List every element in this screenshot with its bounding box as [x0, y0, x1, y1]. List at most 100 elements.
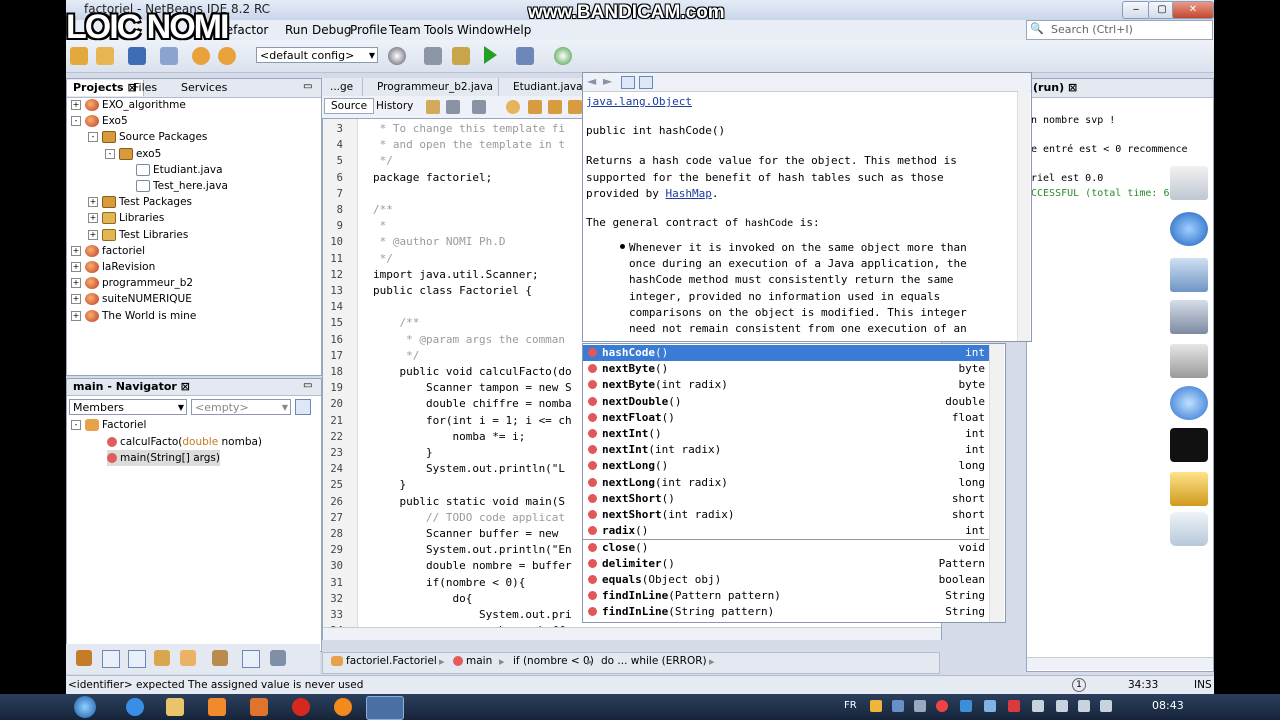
forward-arrow-icon[interactable]: ► — [603, 74, 612, 88]
sort-icon[interactable] — [212, 650, 228, 666]
filter-nonpublic-icon[interactable] — [128, 650, 146, 668]
toggle-highlight-icon[interactable] — [568, 100, 582, 114]
javadoc-icon[interactable] — [270, 650, 286, 666]
collapse-icon[interactable]: - — [71, 116, 81, 127]
media-icon[interactable] — [208, 698, 226, 716]
expand-icon[interactable]: + — [71, 100, 81, 110]
notification-icon[interactable]: 1 — [1072, 678, 1086, 692]
goto-source-icon[interactable] — [639, 76, 653, 89]
completion-item[interactable]: delimiter() Pattern — [583, 556, 989, 572]
navigator-sort-icon[interactable] — [295, 399, 311, 415]
project-tree-item[interactable]: + programmeur_b2 — [71, 275, 193, 291]
menu-tools[interactable]: Tools — [424, 23, 454, 37]
project-tree-item[interactable]: + factoriel — [71, 243, 145, 259]
tab-services[interactable]: Services — [175, 80, 233, 96]
tray-icon[interactable] — [960, 700, 972, 712]
explorer-icon[interactable] — [166, 698, 184, 716]
tray-icon[interactable] — [892, 700, 904, 712]
project-tree-item[interactable]: + Test Libraries — [88, 227, 188, 243]
undo-icon[interactable] — [192, 47, 210, 65]
expand-icon[interactable]: + — [71, 310, 81, 321]
build-hammer-icon[interactable] — [424, 47, 442, 65]
expand-icon[interactable]: + — [88, 197, 98, 208]
project-tree-item[interactable]: - Exo5 — [71, 113, 128, 129]
project-tree-item[interactable]: + Test Packages — [88, 194, 192, 210]
javadoc-scrollbar[interactable] — [1017, 91, 1030, 341]
new-file-icon[interactable] — [96, 47, 114, 65]
sort-position-icon[interactable] — [242, 650, 260, 668]
collapse-icon[interactable]: - — [105, 148, 115, 159]
editor-tab-etudiant[interactable]: Etudiant.java — [498, 78, 583, 96]
project-tree-item[interactable]: - Source Packages — [88, 129, 207, 145]
desktop-tshirt-icon[interactable] — [1170, 428, 1208, 462]
project-tree-item[interactable]: Test_here.java — [122, 178, 228, 194]
project-tree-item[interactable]: + suiteNUMERIQUE — [71, 291, 192, 307]
completion-item[interactable]: nextInt() int — [583, 426, 989, 442]
desktop-globe-icon[interactable] — [1170, 386, 1208, 420]
filter-members-icon[interactable] — [180, 650, 196, 666]
battery-icon[interactable] — [1078, 700, 1090, 712]
project-tree-item[interactable]: + EXO_algorithme — [71, 97, 186, 113]
output-scrollbar[interactable] — [1027, 657, 1213, 670]
completion-item[interactable]: equals(Object obj) boolean — [583, 572, 989, 588]
save-all-icon[interactable] — [128, 47, 146, 65]
tray-icon[interactable] — [936, 700, 948, 712]
volume-icon[interactable] — [1100, 700, 1112, 712]
menu-profile[interactable]: Profile — [350, 23, 387, 37]
desktop-folder-icon[interactable] — [1170, 300, 1208, 334]
network-icon[interactable] — [1056, 700, 1068, 712]
find-next-icon[interactable] — [548, 100, 562, 114]
find-previous-icon[interactable] — [528, 100, 542, 114]
open-browser-icon[interactable] — [621, 76, 635, 89]
close-button[interactable]: ✕ — [1172, 1, 1214, 19]
back-arrow-icon[interactable]: ◄ — [587, 74, 596, 88]
run-icon[interactable] — [484, 46, 497, 64]
start-button[interactable] — [74, 696, 96, 718]
firefox-icon[interactable] — [334, 698, 352, 716]
completion-item[interactable]: nextShort() short — [583, 491, 989, 507]
completion-item[interactable]: nextByte() byte — [583, 361, 989, 377]
project-tree-item[interactable]: + laRevision — [71, 259, 155, 275]
output-tab[interactable]: (run) ⊠ — [1033, 81, 1077, 94]
forward-icon[interactable] — [472, 100, 486, 114]
filter-static-icon[interactable] — [102, 650, 120, 668]
nav-method-main[interactable]: main(String[] args) — [107, 450, 220, 466]
project-tree-item[interactable]: - exo5 — [105, 146, 161, 162]
completion-item[interactable]: hashCode() int — [583, 345, 989, 361]
completion-item[interactable]: nextDouble() double — [583, 394, 989, 410]
expand-icon[interactable]: + — [88, 213, 98, 224]
history-tab[interactable]: History — [372, 99, 417, 113]
expand-icon[interactable]: + — [71, 262, 81, 272]
completion-item[interactable]: findInLine(Pattern pattern) String — [583, 588, 989, 604]
completion-item[interactable]: nextByte(int radix) byte — [583, 377, 989, 393]
nav-method-calculfacto[interactable]: calculFacto(double nomba) — [107, 434, 262, 450]
redo-icon[interactable] — [218, 47, 236, 65]
breadcrumb-if[interactable]: if (nombre < 0) — [513, 655, 594, 667]
expand-icon[interactable]: + — [71, 245, 81, 256]
minimize-panel-icon[interactable]: ▭ — [303, 81, 312, 92]
completion-item[interactable]: close() void — [583, 539, 989, 556]
opera-icon[interactable] — [292, 698, 310, 716]
completion-item[interactable]: nextLong(int radix) long — [583, 475, 989, 491]
javadoc-class-link[interactable]: java.lang.Object — [586, 95, 692, 108]
tray-icon[interactable] — [870, 700, 882, 712]
completion-item[interactable]: nextLong() long — [583, 458, 989, 474]
desktop-recycle-bin-icon[interactable] — [1170, 512, 1208, 546]
new-project-icon[interactable] — [70, 47, 88, 65]
bandicam-icon[interactable] — [250, 698, 268, 716]
menu-team[interactable]: Team — [389, 23, 421, 37]
close-project-icon[interactable] — [160, 47, 178, 65]
hashmap-link[interactable]: HashMap — [665, 187, 711, 200]
profile-icon[interactable] — [554, 47, 572, 65]
breadcrumb-do-while[interactable]: do ... while (ERROR) — [601, 655, 707, 667]
clock[interactable]: 08:43 — [1152, 699, 1184, 712]
project-tree-item[interactable]: + Libraries — [88, 210, 164, 226]
minimize-panel-icon[interactable]: ▭ — [303, 380, 312, 391]
browser-icon[interactable] — [388, 47, 406, 65]
menu-run[interactable]: Run — [285, 23, 308, 37]
completion-item[interactable]: nextInt(int radix) int — [583, 442, 989, 458]
tray-icon[interactable] — [914, 700, 926, 712]
collapse-icon[interactable]: - — [88, 132, 98, 143]
editor-tab-overflow[interactable]: ...ge — [330, 78, 353, 96]
filter-fields-icon[interactable] — [76, 650, 92, 666]
